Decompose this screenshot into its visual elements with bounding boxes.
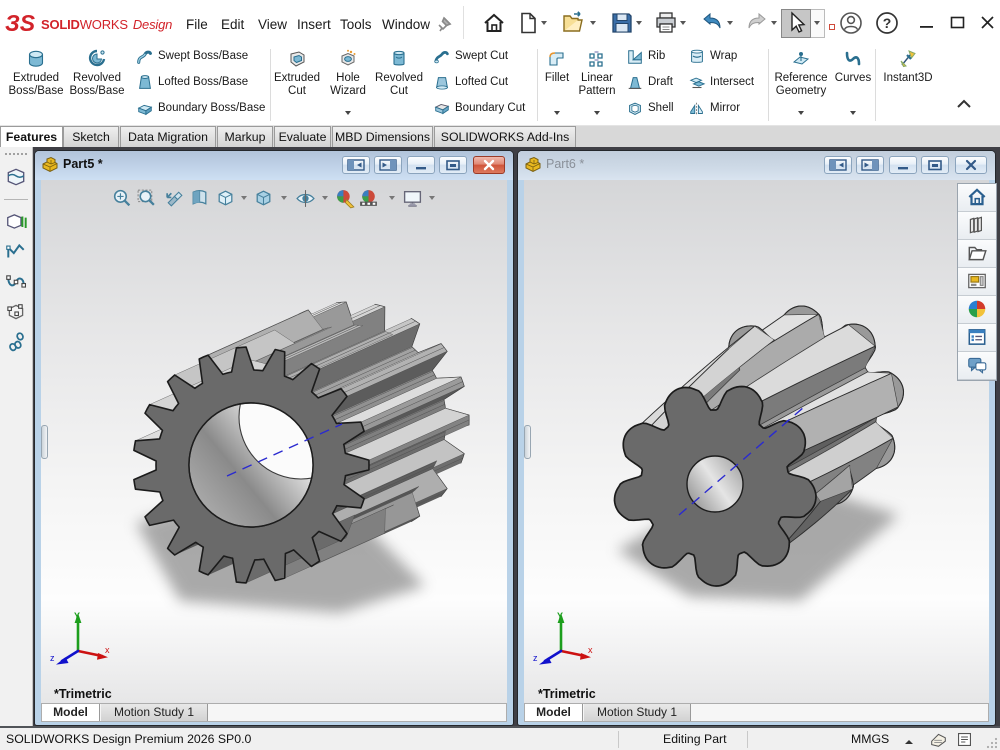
svg-text:z: z	[533, 653, 538, 663]
svg-text:?: ?	[883, 15, 892, 31]
svg-text:x: x	[588, 645, 593, 655]
svg-text:x: x	[105, 645, 110, 655]
svg-text:z: z	[50, 653, 55, 663]
svg-text:Y: Y	[557, 611, 563, 621]
svg-text:Y: Y	[74, 611, 80, 621]
